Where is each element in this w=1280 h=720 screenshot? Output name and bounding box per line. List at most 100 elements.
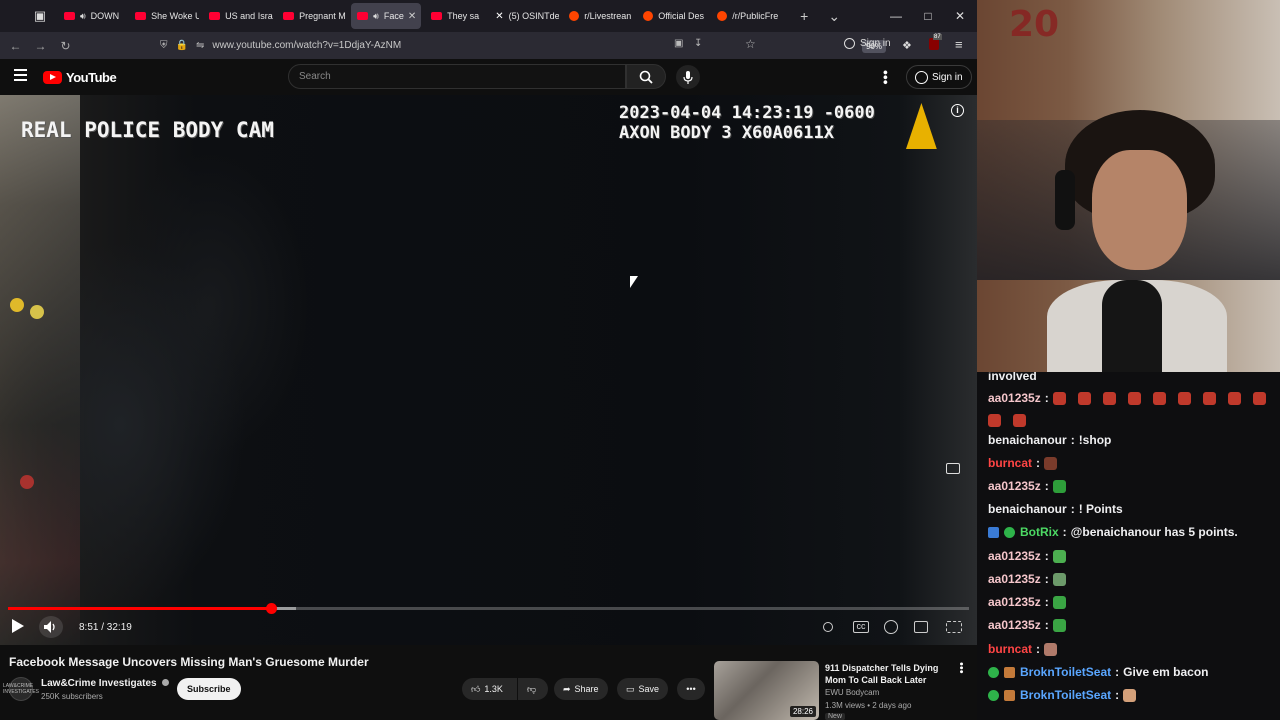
person-badge-icon[interactable] xyxy=(988,666,999,678)
share-button[interactable]: ➦ Share xyxy=(554,678,608,700)
more-actions-button[interactable]: ••• xyxy=(677,678,705,700)
back-button[interactable]: ← xyxy=(3,39,28,53)
recommended-more-icon[interactable]: ••• xyxy=(955,662,967,674)
like-button[interactable]: 👍︎ 1.3K xyxy=(462,678,517,700)
chat-emote-icon[interactable] xyxy=(1123,688,1137,702)
search-box[interactable] xyxy=(288,64,626,89)
channel-name-text[interactable]: Law&Crime Investigates xyxy=(41,678,157,689)
browser-tab[interactable]: Official Des xyxy=(637,3,707,29)
youtube-logo[interactable]: YouTube xyxy=(43,70,117,85)
video-player[interactable]: REAL POLICE BODY CAM 2023-04-04 14:23:19… xyxy=(0,95,977,645)
chat-username[interactable]: BroknToiletSeat xyxy=(1020,688,1111,702)
channel-avatar[interactable]: LAW&CRIME INVESTIGATES xyxy=(3,677,39,701)
browser-tab[interactable]: She Woke U xyxy=(129,3,199,29)
permissions-icon[interactable]: ⇋ xyxy=(196,40,204,51)
flag-badge-icon[interactable] xyxy=(1004,689,1015,701)
youtube-signin-button[interactable]: Sign in xyxy=(906,65,972,89)
chat-emote-icon[interactable] xyxy=(1052,479,1066,493)
browser-tab[interactable]: r/Livestrean xyxy=(563,3,633,29)
chat-username[interactable]: burncat xyxy=(988,642,1032,656)
tab-list-dropdown-icon[interactable]: ⌄ xyxy=(819,8,849,25)
chat-emote-icon[interactable] xyxy=(1102,391,1116,405)
chat-emote-icon[interactable] xyxy=(1177,391,1191,405)
chat-emote-icon[interactable] xyxy=(1052,572,1066,586)
browser-tab[interactable]: They sa xyxy=(425,3,485,29)
chat-username[interactable]: aa01235z xyxy=(988,595,1041,609)
chat-emote-icon[interactable] xyxy=(988,414,1001,427)
menu-icon[interactable]: ≡ xyxy=(955,37,963,52)
theater-mode-icon[interactable] xyxy=(914,621,928,633)
channel-name[interactable]: Law&Crime Investigates xyxy=(41,678,170,689)
chat-emote-icon[interactable] xyxy=(1013,414,1026,427)
shield-icon[interactable]: ⛨ xyxy=(160,40,168,51)
browser-tab[interactable]: 🔊︎ Face ✕ xyxy=(351,3,422,29)
close-tab-icon[interactable]: ✕ xyxy=(408,11,416,22)
browser-tab[interactable]: US and Isra xyxy=(203,3,273,29)
info-icon[interactable]: i xyxy=(951,104,964,117)
maximize-button[interactable]: □ xyxy=(912,0,944,32)
minimize-button[interactable]: — xyxy=(880,0,912,32)
chat-emote-icon[interactable] xyxy=(1077,391,1091,405)
browser-account-button[interactable]: Sign in xyxy=(844,38,891,49)
chat-username[interactable]: benaichanour xyxy=(988,433,1067,447)
chat-emote-icon[interactable] xyxy=(1044,456,1058,470)
chat-username[interactable]: aa01235z xyxy=(988,572,1041,586)
search-input[interactable] xyxy=(289,65,625,88)
bookmark-star-icon[interactable]: ☆ xyxy=(745,37,756,51)
chat-username[interactable]: aa01235z xyxy=(988,549,1041,563)
chat-username[interactable]: burncat xyxy=(988,456,1032,470)
chat-emote-icon[interactable] xyxy=(1044,642,1058,656)
recommended-thumbnail[interactable]: 28:26 xyxy=(714,661,819,720)
progress-bar[interactable] xyxy=(8,603,969,614)
chat-username[interactable]: aa01235z xyxy=(988,391,1041,405)
dislike-button[interactable]: 👎︎ xyxy=(518,678,548,700)
browser-tab[interactable]: Pregnant M xyxy=(277,3,347,29)
chat-emote-icon[interactable] xyxy=(1202,391,1216,405)
browser-tab[interactable]: /r/PublicFre xyxy=(711,3,781,29)
url-text[interactable]: www.youtube.com/watch?v=1DdjaY-AzNM xyxy=(212,40,401,51)
picture-in-picture-icon[interactable]: ▣ xyxy=(674,38,683,49)
volume-button[interactable] xyxy=(39,616,63,638)
chat-emote-icon[interactable] xyxy=(1052,549,1066,563)
chat-emote-icon[interactable] xyxy=(1227,391,1241,405)
chat-emote-icon[interactable] xyxy=(1152,391,1166,405)
fullscreen-icon[interactable] xyxy=(946,621,962,633)
chat-username[interactable]: BotRix xyxy=(1020,525,1059,539)
speaker-icon[interactable]: 🔊︎ xyxy=(373,11,379,22)
subscribe-button[interactable]: Subscribe xyxy=(177,678,241,700)
tab-overview-icon[interactable]: ▣ xyxy=(26,2,54,30)
search-button[interactable] xyxy=(626,64,666,89)
extensions-icon[interactable]: ❖ xyxy=(902,39,912,52)
speaker-icon[interactable]: 🔊︎ xyxy=(80,11,86,22)
chat-emote-icon[interactable] xyxy=(1127,391,1141,405)
chat-username[interactable]: aa01235z xyxy=(988,479,1041,493)
chat-emote-icon[interactable] xyxy=(1052,391,1066,405)
chat-username[interactable]: benaichanour xyxy=(988,502,1067,516)
chat-username[interactable]: BroknToiletSeat xyxy=(1020,665,1111,679)
save-button[interactable]: ▭ Save xyxy=(617,678,669,700)
autoplay-toggle[interactable] xyxy=(823,622,833,632)
new-tab-button[interactable]: + xyxy=(789,8,819,24)
settings-more-icon[interactable]: ••• xyxy=(878,70,894,85)
verified-badge-icon[interactable] xyxy=(1004,526,1015,538)
forward-button[interactable]: → xyxy=(28,39,53,53)
browser-tab[interactable]: 🔊︎ DOWN xyxy=(58,3,125,29)
lock-icon[interactable]: 🔒 xyxy=(176,40,188,51)
play-button[interactable] xyxy=(12,619,24,636)
browser-tab[interactable]: ✕ (5) OSINTde xyxy=(489,3,559,29)
reload-button[interactable]: ↻ xyxy=(53,39,78,53)
chat-emote-icon[interactable] xyxy=(1052,618,1066,632)
settings-gear-icon[interactable] xyxy=(884,620,898,634)
person-badge-icon[interactable] xyxy=(988,689,999,701)
chat-username[interactable]: aa01235z xyxy=(988,618,1041,632)
miniplayer-icon[interactable] xyxy=(946,463,960,474)
bot-badge-icon[interactable] xyxy=(988,526,999,538)
close-window-button[interactable]: ✕ xyxy=(944,0,976,32)
flag-badge-icon[interactable] xyxy=(1004,666,1015,678)
captions-icon[interactable]: cc xyxy=(853,621,869,633)
guide-menu-icon[interactable] xyxy=(14,69,27,81)
download-icon[interactable]: ↧ xyxy=(694,38,702,49)
chat-emote-icon[interactable] xyxy=(1252,391,1266,405)
voice-search-button[interactable] xyxy=(676,65,700,89)
recommended-title[interactable]: 911 Dispatcher Tells Dying Mom To Call B… xyxy=(825,662,945,686)
